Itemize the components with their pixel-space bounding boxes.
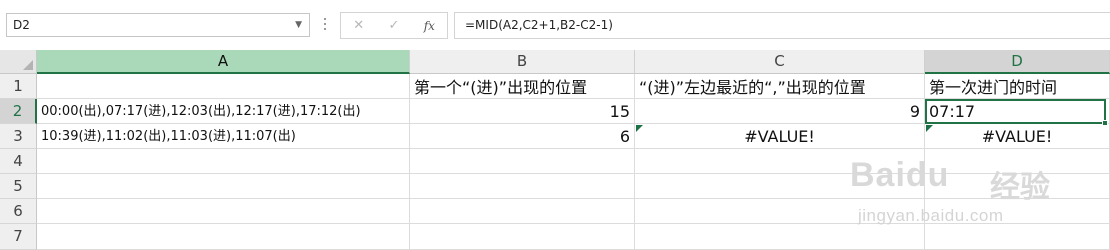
cell-d1[interactable]: 第一次进门的时间	[925, 74, 1110, 99]
spreadsheet-grid: A B C D 1 2 3 4 5 6 7 第一个“(进)”出现的位置 “(进)…	[0, 50, 1110, 250]
cell-a1[interactable]	[37, 74, 410, 99]
row-header-3[interactable]: 3	[0, 124, 37, 149]
dropdown-icon[interactable]: ▼	[295, 14, 302, 36]
row-header-2[interactable]: 2	[0, 99, 37, 124]
formula-buttons: ✕ ✓ fx	[340, 12, 448, 39]
cell-d7[interactable]	[925, 224, 1110, 250]
splitter-handle[interactable]	[322, 15, 328, 37]
row-header-1[interactable]: 1	[0, 74, 37, 99]
column-header-b[interactable]: B	[410, 50, 635, 74]
cell-c3-value: #VALUE!	[744, 127, 815, 146]
cell-c3[interactable]: #VALUE!	[635, 124, 925, 149]
cell-b4[interactable]	[410, 149, 635, 174]
cell-b5[interactable]	[410, 174, 635, 199]
cell-a7[interactable]	[37, 224, 410, 250]
cell-b2[interactable]: 15	[410, 99, 635, 124]
cell-c1[interactable]: “(进)”左边最近的“,”出现的位置	[635, 74, 925, 99]
insert-function-icon[interactable]: fx	[412, 13, 447, 38]
cell-a6[interactable]	[37, 199, 410, 224]
formula-bar: D2 ▼ ✕ ✓ fx =MID(A2,C2+1,B2-C2-1)	[0, 0, 1110, 50]
select-all-icon[interactable]	[0, 50, 37, 74]
enter-icon[interactable]: ✓	[376, 13, 411, 38]
column-header-d[interactable]: D	[925, 50, 1110, 74]
cell-b1[interactable]: 第一个“(进)”出现的位置	[410, 74, 635, 99]
fill-handle[interactable]	[1102, 120, 1108, 126]
cell-b7[interactable]	[410, 224, 635, 250]
cell-b6[interactable]	[410, 199, 635, 224]
row-header-6[interactable]: 6	[0, 199, 37, 224]
name-box[interactable]: D2 ▼	[6, 13, 310, 37]
cell-c2[interactable]: 9	[635, 99, 925, 124]
row-header-5[interactable]: 5	[0, 174, 37, 199]
cell-c4[interactable]	[635, 149, 925, 174]
cell-a5[interactable]	[37, 174, 410, 199]
cell-c5[interactable]	[635, 174, 925, 199]
cell-d5[interactable]	[925, 174, 1110, 199]
cell-a3[interactable]: 10:39(进),11:02(出),11:03(进),11:07(出)	[37, 124, 410, 149]
row-header-7[interactable]: 7	[0, 224, 37, 250]
cell-b3[interactable]: 6	[410, 124, 635, 149]
cell-c7[interactable]	[635, 224, 925, 250]
cell-a4[interactable]	[37, 149, 410, 174]
cell-c6[interactable]	[635, 199, 925, 224]
cell-d3[interactable]: #VALUE!	[925, 124, 1110, 149]
cell-a2[interactable]: 00:00(出),07:17(进),12:03(出),12:17(进),17:1…	[37, 99, 410, 124]
active-cell-border	[925, 99, 1108, 126]
cancel-icon[interactable]: ✕	[341, 13, 376, 38]
formula-input[interactable]: =MID(A2,C2+1,B2-C2-1)	[454, 12, 1110, 39]
cell-d6[interactable]	[925, 199, 1110, 224]
column-header-a[interactable]: A	[37, 50, 410, 74]
error-indicator-icon[interactable]	[926, 125, 933, 132]
column-header-c[interactable]: C	[635, 50, 925, 74]
name-box-value: D2	[13, 18, 30, 32]
error-indicator-icon[interactable]	[636, 125, 643, 132]
row-header-4[interactable]: 4	[0, 149, 37, 174]
cell-d4[interactable]	[925, 149, 1110, 174]
cell-d3-value: #VALUE!	[981, 127, 1053, 146]
